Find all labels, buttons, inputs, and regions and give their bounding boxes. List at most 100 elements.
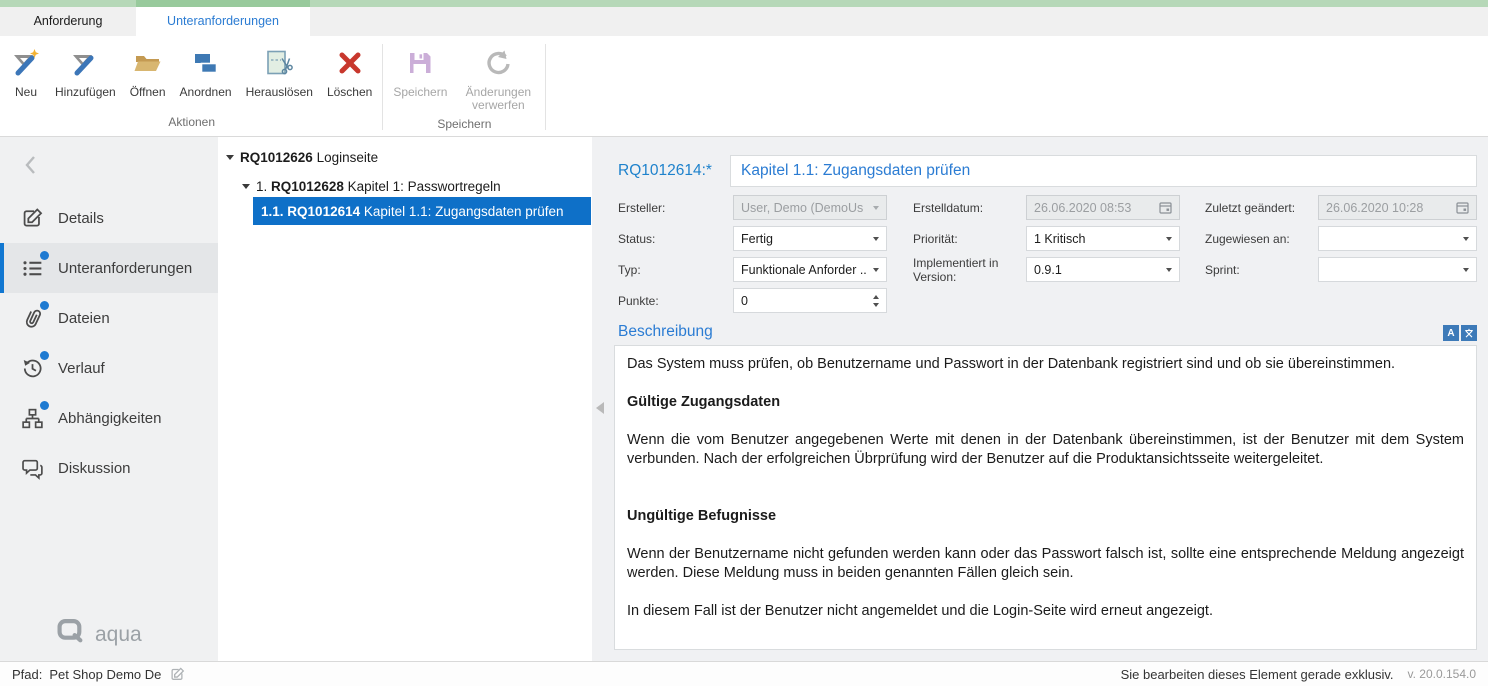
tree-item-id: RQ1012628 — [271, 179, 344, 194]
loeschen-label: Löschen — [327, 86, 372, 99]
pfad-value: Pet Shop Demo De — [49, 667, 161, 682]
tree-item-id: RQ1012626 — [240, 150, 313, 165]
implementiert-value: 0.9.1 — [1034, 263, 1160, 277]
panel-splitter[interactable] — [592, 137, 610, 661]
tree-expander-icon[interactable] — [226, 155, 234, 160]
detach-scissors-icon — [264, 48, 294, 83]
sidebar-item-abhaengigkeiten[interactable]: Abhängigkeiten — [0, 393, 218, 443]
sidebar-item-label: Diskussion — [58, 460, 131, 477]
anordnen-button[interactable]: Anordnen — [173, 43, 239, 101]
tree-item-prefix: 1. — [256, 179, 267, 194]
chat-icon — [20, 456, 45, 481]
ersteller-dropdown[interactable]: User, Demo (DemoUs ... — [733, 195, 887, 220]
translate-button[interactable]: A — [1443, 325, 1477, 341]
requirement-tree: RQ1012626 Loginseite 1. RQ1012628 Kapite… — [218, 137, 592, 661]
zugewiesen-an-dropdown[interactable] — [1318, 226, 1477, 251]
sidebar-item-diskussion[interactable]: Diskussion — [0, 443, 218, 493]
sidebar: Details Unteranforderungen — [0, 137, 218, 661]
punkte-stepper[interactable]: 0 — [733, 288, 887, 313]
beschreibung-editor[interactable]: Das System muss prüfen, ob Benutzername … — [614, 345, 1477, 650]
chevron-down-icon — [873, 237, 879, 241]
neu-button[interactable]: Neu — [4, 43, 48, 101]
translate-a-icon: A — [1443, 325, 1459, 341]
tree-item-rq1012628[interactable]: 1. RQ1012628 Kapitel 1: Passwortregeln — [242, 175, 501, 197]
discard-undo-icon — [483, 48, 513, 83]
status-dropdown[interactable]: Fertig — [733, 226, 887, 251]
loeschen-button[interactable]: Löschen — [320, 43, 379, 101]
aenderungen-verwerfen-button[interactable]: Änderungen verwerfen — [454, 43, 542, 114]
aqua-logo-icon — [56, 618, 86, 651]
paperclip-icon — [20, 306, 45, 331]
sidebar-item-label: Verlauf — [58, 360, 105, 377]
chevron-down-icon — [1463, 237, 1469, 241]
typ-label: Typ: — [618, 263, 730, 277]
beschreibung-heading: Beschreibung — [618, 323, 713, 341]
notification-dot — [40, 351, 49, 360]
tree-item-rq1012614-selected[interactable]: 1.1. RQ1012614 Kapitel 1.1: Zugangsdaten… — [253, 197, 591, 225]
zuletzt-geaendert-field[interactable]: 26.06.2020 10:28 — [1318, 195, 1477, 220]
calendar-icon — [1456, 201, 1469, 214]
tree-expander-icon[interactable] — [242, 184, 250, 189]
title-input[interactable] — [730, 155, 1477, 187]
chevron-left-icon — [18, 166, 46, 183]
tree-item-title: Kapitel 1.1: Zugangsdaten prüfen — [364, 204, 564, 219]
prioritaet-value: 1 Kritisch — [1034, 232, 1160, 246]
ersteller-value: User, Demo (DemoUs ... — [741, 201, 867, 215]
stepper-up-icon[interactable] — [873, 295, 879, 299]
sidebar-item-label: Dateien — [58, 310, 110, 327]
chevron-down-icon — [1166, 268, 1172, 272]
prioritaet-dropdown[interactable]: 1 Kritisch — [1026, 226, 1180, 251]
erstelldatum-field[interactable]: 26.06.2020 08:53 — [1026, 195, 1180, 220]
zuletzt-geaendert-label: Zuletzt geändert: — [1205, 201, 1317, 215]
active-tab-accent-bar — [136, 0, 310, 7]
ribbon-tabstrip: Anforderung Unteranforderungen — [0, 0, 1488, 36]
aqua-logo: aqua — [56, 618, 142, 651]
sidebar-item-unteranforderungen[interactable]: Unteranforderungen — [0, 243, 218, 293]
zuletzt-geaendert-value: 26.06.2020 10:28 — [1326, 201, 1450, 215]
stepper-arrows[interactable] — [873, 295, 879, 307]
erstelldatum-value: 26.06.2020 08:53 — [1034, 201, 1153, 215]
delete-icon — [335, 48, 365, 83]
chevron-down-icon — [873, 206, 879, 210]
ribbon-group-label-speichern: Speichern — [386, 114, 542, 136]
ribbon-separator — [382, 44, 383, 130]
tab-unteranforderungen[interactable]: Unteranforderungen — [136, 7, 310, 36]
punkte-label: Punkte: — [618, 294, 730, 308]
tab-anforderung[interactable]: Anforderung — [0, 7, 136, 36]
oeffnen-button[interactable]: Öffnen — [123, 43, 173, 101]
notification-dot — [40, 301, 49, 310]
sidebar-item-dateien[interactable]: Dateien — [0, 293, 218, 343]
requirement-id-label: RQ1012614:* — [618, 155, 712, 187]
herausloesen-button[interactable]: Herauslösen — [239, 43, 320, 101]
sprint-dropdown[interactable] — [1318, 257, 1477, 282]
version-label: v. 20.0.154.0 — [1408, 667, 1477, 681]
stepper-down-icon[interactable] — [873, 303, 879, 307]
ribbon-group-label-aktionen: Aktionen — [4, 112, 379, 136]
typ-dropdown[interactable]: Funktionale Anforder ... — [733, 257, 887, 282]
sidebar-item-verlauf[interactable]: Verlauf — [0, 343, 218, 393]
sidebar-item-details[interactable]: Details — [0, 193, 218, 243]
ribbon-group-aktionen: Neu Hinzufügen — [4, 36, 379, 136]
anordnen-label: Anordnen — [180, 86, 232, 99]
edit-path-icon[interactable] — [169, 666, 186, 683]
tree-item-rq1012626[interactable]: RQ1012626 Loginseite — [226, 146, 378, 168]
save-floppy-icon — [405, 48, 435, 83]
prioritaet-label: Priorität: — [913, 232, 1025, 246]
description-paragraph: Wenn die vom Benutzer angegebenen Werte … — [627, 431, 1464, 469]
ribbon-separator — [545, 44, 546, 130]
edit-icon — [20, 206, 45, 231]
status-bar: Pfad: Pet Shop Demo De Sie bearbeiten di… — [0, 661, 1488, 686]
implementiert-dropdown[interactable]: 0.9.1 — [1026, 257, 1180, 282]
status-value: Fertig — [741, 232, 867, 246]
aqua-logo-text: aqua — [95, 623, 142, 647]
chevron-down-icon — [873, 268, 879, 272]
herausloesen-label: Herauslösen — [246, 86, 313, 99]
hierarchy-icon — [20, 406, 45, 431]
sidebar-item-label: Abhängigkeiten — [58, 410, 161, 427]
hinzufuegen-button[interactable]: Hinzufügen — [48, 43, 123, 101]
exclusive-edit-notice: Sie bearbeiten dieses Element gerade exk… — [1121, 667, 1394, 682]
splitter-collapse-icon[interactable] — [596, 402, 604, 414]
sidebar-collapse-button[interactable] — [18, 151, 46, 179]
description-paragraph: In diesem Fall ist der Benutzer nicht an… — [627, 602, 1464, 621]
speichern-button[interactable]: Speichern — [386, 43, 454, 101]
